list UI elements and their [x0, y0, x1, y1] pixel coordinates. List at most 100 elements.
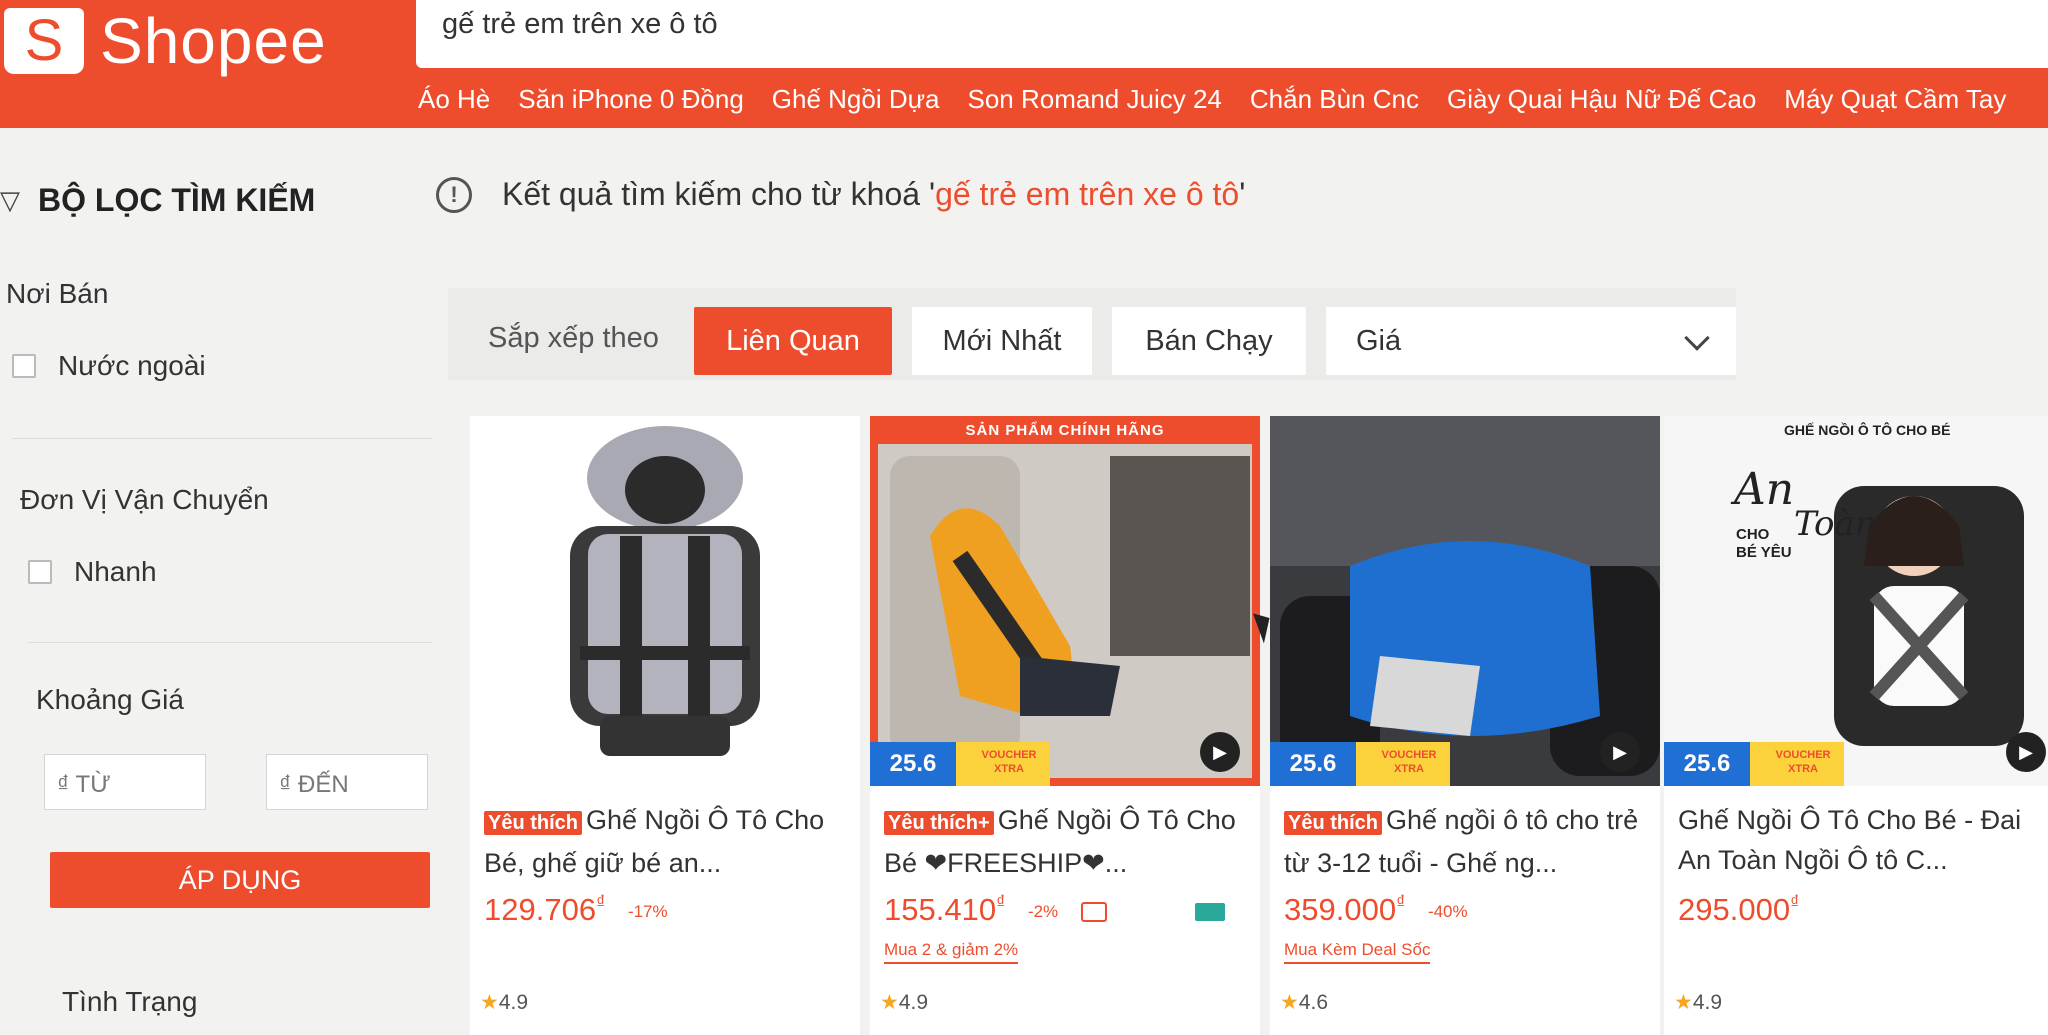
- favorite-badge: Yêu thích: [1284, 811, 1383, 835]
- sort-relevance-button[interactable]: Liên Quan: [694, 307, 892, 375]
- price-value: 155.410: [884, 892, 997, 927]
- keyword-link[interactable]: Ghế Ngồi Dựa: [772, 84, 940, 115]
- discount-label: -17%: [627, 901, 668, 921]
- filter-title: ▽ BỘ LỌC TÌM KIẾM: [0, 182, 315, 219]
- shipping-guarantee-icon: [1080, 901, 1107, 922]
- rating-value: 4.9: [498, 991, 529, 1014]
- image-line-cho: CHO: [1736, 526, 1770, 543]
- price-value: 295.000: [1678, 892, 1791, 927]
- product-title[interactable]: Ghế Ngồi Ô Tô Cho Bé - Đai An Toàn Ngồi …: [1678, 800, 2048, 880]
- keyword-link[interactable]: Máy Quạt Cầm Tay: [1784, 84, 2006, 115]
- image-headline: GHẾ NGỒI Ô TÔ CHO BÉ: [1784, 422, 1951, 438]
- play-icon[interactable]: ▶: [2006, 732, 2046, 772]
- car-seat-photo: [870, 416, 1260, 786]
- product-rating: ★4.9: [880, 990, 928, 1015]
- promo-date: 25.6: [1664, 742, 1750, 786]
- car-seat-illustration: [470, 416, 860, 786]
- sort-bestseller-button[interactable]: Bán Chạy: [1112, 307, 1306, 375]
- deal-shock-label[interactable]: Mua Kèm Deal Sốc: [1284, 940, 1431, 964]
- filter-icon: ▽: [0, 185, 20, 215]
- sort-label: Sắp xếp theo: [488, 322, 659, 354]
- product-title[interactable]: Yêu thích+ Ghế Ngồi Ô Tô Cho Bé ❤FREESHIP…: [884, 800, 1254, 880]
- keyword-link[interactable]: Áo Hè: [418, 84, 490, 115]
- favorite-plus-badge: Yêu thích+: [884, 811, 994, 835]
- checkbox-label: Nước ngoài: [58, 350, 206, 381]
- star-icon: ★: [1280, 991, 1299, 1014]
- star-icon: ★: [880, 991, 899, 1014]
- currency-symbol: ₫: [1396, 892, 1406, 912]
- logo-bag-icon: S: [4, 8, 84, 74]
- product-image[interactable]: GHẾ NGỒI Ô TÔ CHO BÉ An Toàn CHO BÉ YÊU …: [1664, 416, 2048, 786]
- checkbox-box[interactable]: [28, 560, 52, 584]
- price-value: 129.706: [484, 892, 597, 927]
- product-card[interactable]: SẢN PHẨM CHÍNH HÃNG 25.6 VOUCHER XTRA ▶ …: [870, 416, 1260, 1035]
- star-icon: ★: [480, 991, 499, 1014]
- search-result-banner: ! Kết quả tìm kiếm cho từ khoá ' gế trẻ e…: [436, 176, 1245, 213]
- image-line-be-yeu: BÉ YÊU: [1736, 544, 1792, 561]
- checkbox-fast[interactable]: Nhanh: [28, 556, 157, 588]
- authentic-banner: SẢN PHẨM CHÍNH HÃNG: [965, 422, 1165, 439]
- promo-tag: 25.6 VOUCHER XTRA: [870, 742, 1050, 786]
- play-icon[interactable]: ▶: [1600, 732, 1640, 772]
- booster-seat-photo: [1270, 416, 1660, 786]
- price-to-input[interactable]: ₫ ĐẾN: [266, 754, 428, 810]
- bundle-deal-label[interactable]: Mua 2 & giảm 2%: [884, 940, 1019, 964]
- product-image[interactable]: SẢN PHẨM CHÍNH HÃNG 25.6 VOUCHER XTRA ▶: [870, 416, 1260, 786]
- header-bar: S Shopee gế trẻ em trên xe ô tô Áo Hè Să…: [0, 0, 2048, 128]
- product-card[interactable]: Yêu thích Ghế Ngồi Ô Tô Cho Bé, ghế giữ b…: [470, 416, 860, 1035]
- rating-value: 4.9: [898, 991, 929, 1014]
- result-prefix: Kết quả tìm kiếm cho từ khoá ': [502, 176, 936, 212]
- voucher-xtra-label: VOUCHER XTRA: [981, 749, 1037, 775]
- product-price: 155.410₫ -2%: [884, 892, 1226, 928]
- search-input[interactable]: gế trẻ em trên xe ô tô: [416, 0, 2048, 68]
- price-value: 359.000: [1284, 892, 1397, 927]
- product-price: 359.000₫ -40%: [1284, 892, 1468, 928]
- discount-label: -2%: [1027, 901, 1059, 921]
- product-card[interactable]: GHẾ NGỒI Ô TÔ CHO BÉ An Toàn CHO BÉ YÊU …: [1664, 416, 2048, 1035]
- promo-tag: 25.6 VOUCHER XTRA: [1270, 742, 1450, 786]
- checkbox-overseas[interactable]: Nước ngoài: [12, 350, 206, 382]
- image-script-toan: Toàn: [1794, 504, 1877, 544]
- info-icon: !: [436, 176, 472, 213]
- trending-keywords: Áo Hè Săn iPhone 0 Đồng Ghế Ngồi Dựa Son…: [418, 84, 2034, 115]
- product-rating: ★4.9: [1674, 990, 1722, 1015]
- play-icon[interactable]: ▶: [1200, 732, 1240, 772]
- sort-bar: Sắp xếp theo Liên Quan Mới Nhất Bán Chạy…: [448, 288, 1736, 380]
- condition-heading: Tình Trạng: [62, 986, 198, 1017]
- voucher-xtra-label: VOUCHER XTRA: [1775, 749, 1831, 775]
- star-icon: ★: [1674, 991, 1693, 1014]
- rating-value: 4.6: [1298, 991, 1329, 1014]
- voucher-xtra-label: VOUCHER XTRA: [1381, 749, 1437, 775]
- keyword-link[interactable]: Chắn Bùn Cnc: [1250, 84, 1419, 115]
- checkbox-box[interactable]: [12, 354, 36, 378]
- apply-button[interactable]: ÁP DỤNG: [50, 852, 430, 908]
- product-rating: ★4.6: [1280, 990, 1328, 1015]
- keyword-link[interactable]: Son Romand Juicy 24: [968, 84, 1222, 115]
- promo-date: 25.6: [870, 742, 956, 786]
- freeship-icon: [1195, 902, 1226, 921]
- keyword-link[interactable]: Giày Quai Hậu Nữ Đế Cao: [1447, 84, 1756, 115]
- product-card[interactable]: 25.6 VOUCHER XTRA ▶ Yêu thích Ghế ngồi ô …: [1270, 416, 1660, 1035]
- sort-newest-button[interactable]: Mới Nhất: [912, 307, 1092, 375]
- price-range-heading: Khoảng Giá: [36, 684, 184, 715]
- shopee-logo[interactable]: S Shopee: [4, 4, 327, 78]
- product-image[interactable]: 25.6 VOUCHER XTRA ▶: [1270, 416, 1660, 786]
- image-script-an: An: [1734, 464, 1795, 515]
- price-from-input[interactable]: ₫ TỪ: [44, 754, 206, 810]
- price-select-label: Giá: [1356, 325, 1402, 357]
- product-title[interactable]: Yêu thích Ghế Ngồi Ô Tô Cho Bé, ghế giữ b…: [484, 800, 854, 880]
- product-price: 129.706₫ -17%: [484, 892, 668, 928]
- seller-heading: Nơi Bán: [6, 278, 109, 309]
- rating-value: 4.9: [1692, 991, 1723, 1014]
- chevron-down-icon: [1684, 325, 1710, 351]
- sort-price-select[interactable]: Giá: [1326, 307, 1736, 375]
- product-rating: ★4.9: [480, 990, 528, 1015]
- result-suffix: ': [1239, 176, 1246, 212]
- brand-name: Shopee: [100, 5, 327, 77]
- filter-title-text: BỘ LỌC TÌM KIẾM: [38, 182, 316, 218]
- product-title-text: Ghế Ngồi Ô Tô Cho Bé - Đai An Toàn Ngồi …: [1678, 805, 2022, 875]
- product-title[interactable]: Yêu thích Ghế ngồi ô tô cho trẻ từ 3-12 t…: [1284, 800, 1654, 880]
- shipping-heading: Đơn Vị Vận Chuyển: [20, 484, 269, 515]
- keyword-link[interactable]: Săn iPhone 0 Đồng: [518, 84, 744, 115]
- product-image[interactable]: [470, 416, 860, 786]
